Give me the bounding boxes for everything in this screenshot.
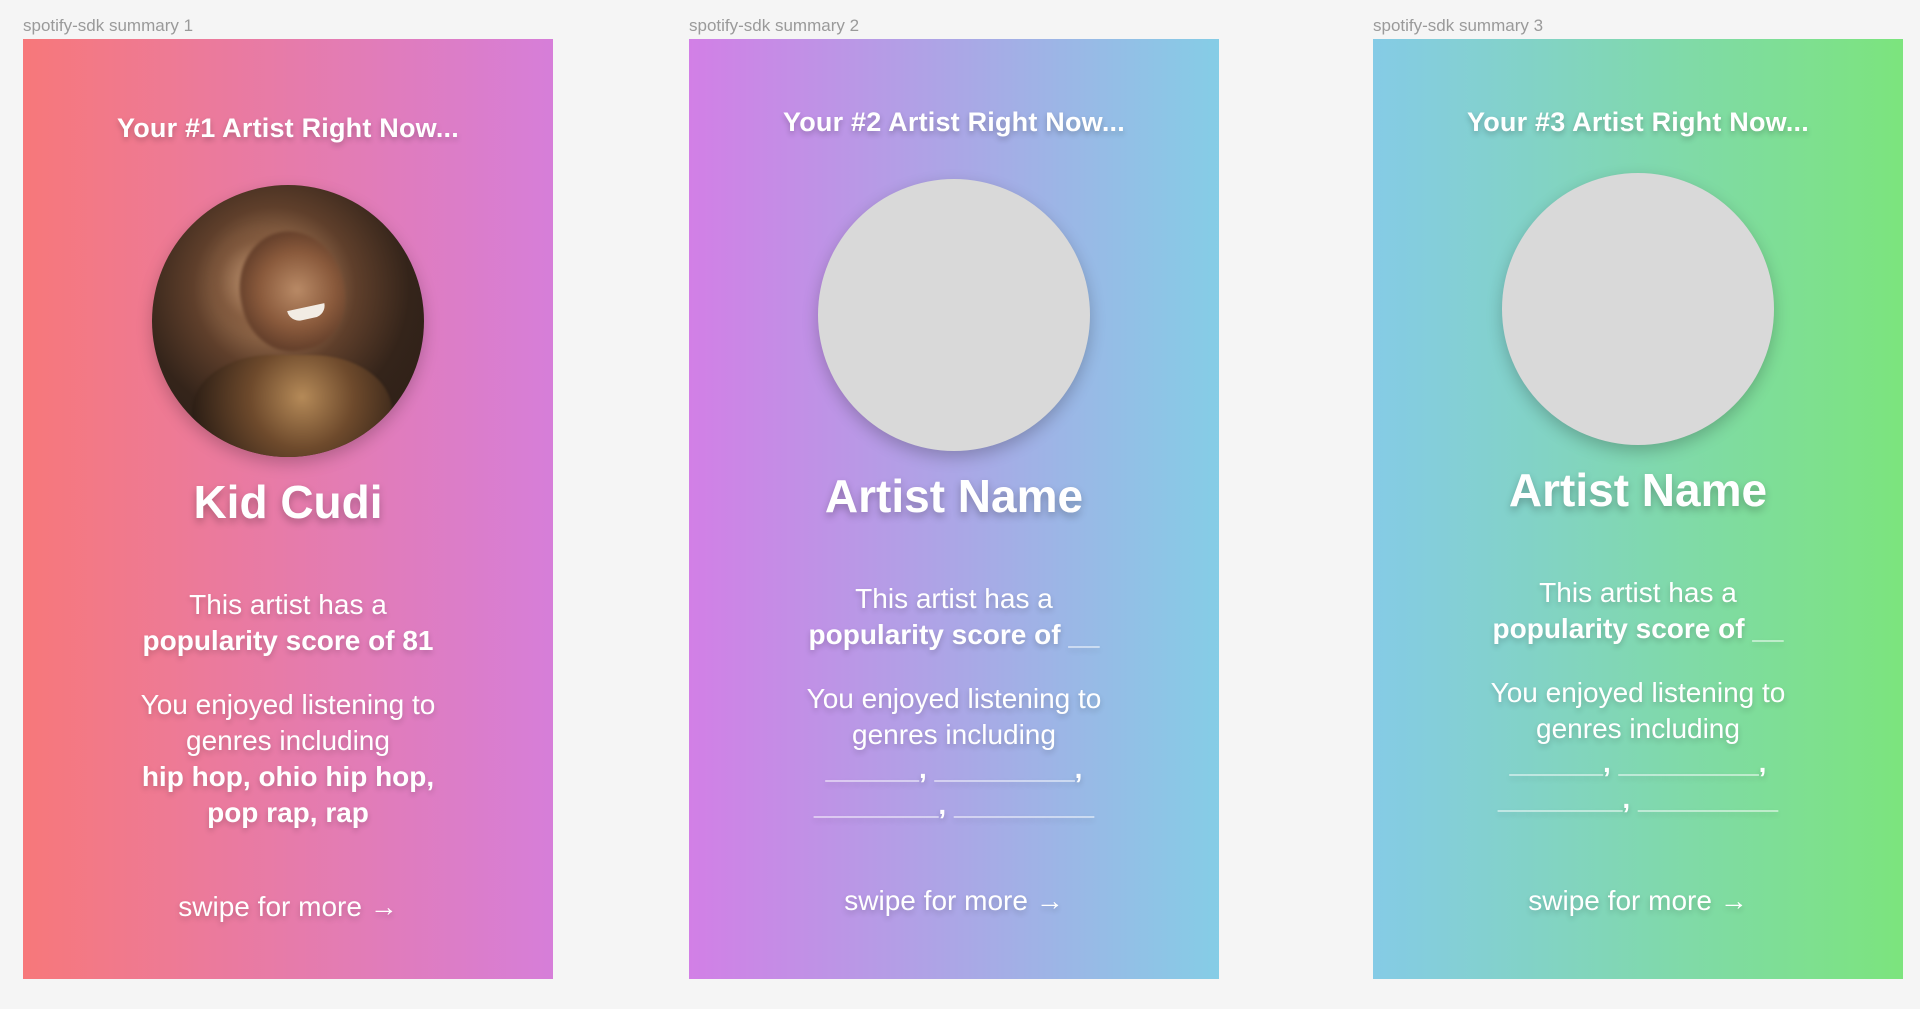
popularity-score: popularity score of __ — [1492, 613, 1784, 644]
artist-image-placeholder — [1502, 173, 1774, 445]
genres-blank-line-2: ________, _________ — [1497, 783, 1779, 814]
artist-photo — [152, 185, 424, 457]
genres-blanks: ______, _________, ________, _________ — [1373, 745, 1903, 817]
artist-name: Artist Name — [824, 470, 1084, 522]
popularity-score: popularity score of 81 — [142, 625, 434, 656]
popularity-intro: This artist has a — [189, 589, 387, 620]
genres-intro-line-2: genres including — [852, 719, 1056, 750]
artist-name: Artist Name — [1508, 464, 1768, 516]
frame-label-3[interactable]: spotify-sdk summary 3 — [1373, 16, 1543, 36]
swipe-for-more-link[interactable]: swipe for more → — [689, 885, 1219, 917]
artist-name: Kid Cudi — [193, 476, 383, 528]
frame-label-2[interactable]: spotify-sdk summary 2 — [689, 16, 859, 36]
frame-heading: Your #3 Artist Right Now... — [1467, 107, 1809, 137]
genres-blank-line-1: ______, _________, — [825, 753, 1083, 784]
genres-list-line-2: pop rap, rap — [207, 797, 369, 828]
genres-blanks: ______, _________, ________, _________ — [689, 751, 1219, 823]
genres-text: You enjoyed listening to genres includin… — [23, 687, 553, 831]
design-canvas: spotify-sdk summary 1 Your #1 Artist Rig… — [0, 0, 1920, 1009]
genres-intro-line-1: You enjoyed listening to — [140, 689, 436, 720]
frame-label-1[interactable]: spotify-sdk summary 1 — [23, 16, 193, 36]
genres-blank-line-1: ______, _________, — [1509, 747, 1767, 778]
genres-intro-line-1: You enjoyed listening to — [1490, 677, 1786, 708]
genres-intro-line-1: You enjoyed listening to — [806, 683, 1102, 714]
popularity-intro: This artist has a — [1539, 577, 1737, 608]
summary-frame-2[interactable]: Your #2 Artist Right Now... Artist Name … — [689, 39, 1219, 979]
popularity-text: This artist has a popularity score of __ — [1373, 575, 1903, 647]
popularity-text: This artist has a popularity score of __ — [689, 581, 1219, 653]
genres-text: You enjoyed listening to genres includin… — [1373, 675, 1903, 747]
popularity-score: popularity score of __ — [808, 619, 1100, 650]
summary-frame-3[interactable]: Your #3 Artist Right Now... Artist Name … — [1373, 39, 1903, 979]
frame-heading: Your #2 Artist Right Now... — [783, 107, 1125, 137]
genres-blank-line-2: ________, _________ — [813, 789, 1095, 820]
swipe-for-more-link[interactable]: swipe for more → — [1373, 885, 1903, 917]
swipe-for-more-link[interactable]: swipe for more → — [23, 891, 553, 923]
genres-intro-line-2: genres including — [1536, 713, 1740, 744]
frame-heading: Your #1 Artist Right Now... — [117, 113, 459, 143]
popularity-intro: This artist has a — [855, 583, 1053, 614]
summary-frame-1[interactable]: Your #1 Artist Right Now... Kid Cudi Thi… — [23, 39, 553, 979]
genres-intro-line-2: genres including — [186, 725, 390, 756]
artist-image-placeholder — [818, 179, 1090, 451]
genres-text: You enjoyed listening to genres includin… — [689, 681, 1219, 753]
genres-list-line-1: hip hop, ohio hip hop, — [141, 761, 435, 792]
popularity-text: This artist has a popularity score of 81 — [23, 587, 553, 659]
